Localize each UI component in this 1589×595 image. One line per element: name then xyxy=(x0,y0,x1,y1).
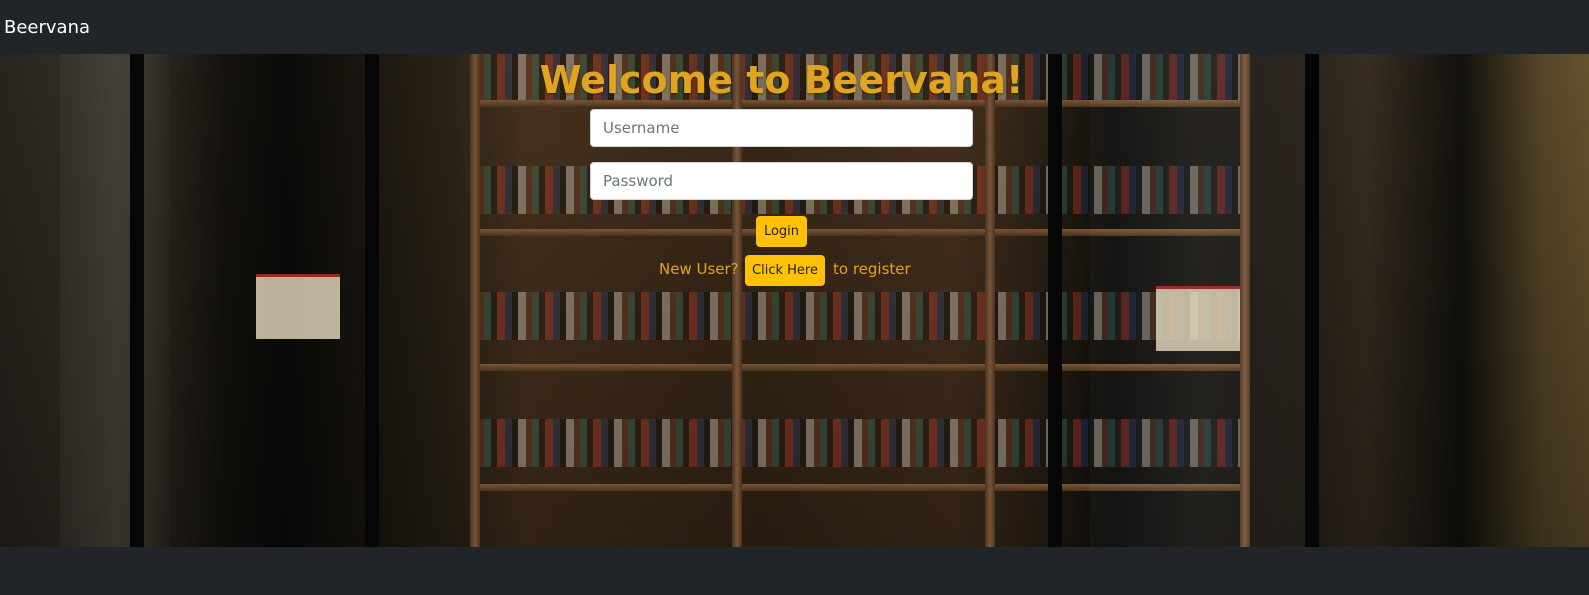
password-input[interactable] xyxy=(590,162,973,200)
login-form: Welcome to Beervana! Login New User? Cli… xyxy=(0,54,1589,547)
username-input[interactable] xyxy=(590,109,973,147)
login-button[interactable]: Login xyxy=(756,216,807,247)
register-row: New User? Click Here to register xyxy=(0,254,1589,287)
register-suffix-label: to register xyxy=(833,260,911,278)
register-button[interactable]: Click Here xyxy=(745,255,825,286)
page-title: Welcome to Beervana! xyxy=(539,58,1024,102)
navbar: Beervana xyxy=(0,0,1589,54)
brand-title[interactable]: Beervana xyxy=(4,17,90,38)
new-user-label: New User? xyxy=(659,260,739,278)
